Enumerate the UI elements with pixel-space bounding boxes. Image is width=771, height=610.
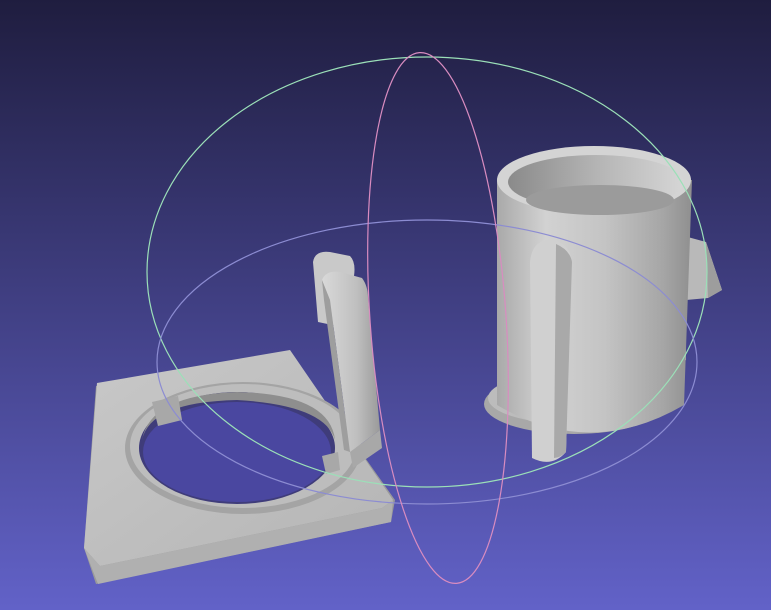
3d-scene[interactable] (0, 0, 771, 610)
3d-viewport[interactable] (0, 0, 771, 610)
